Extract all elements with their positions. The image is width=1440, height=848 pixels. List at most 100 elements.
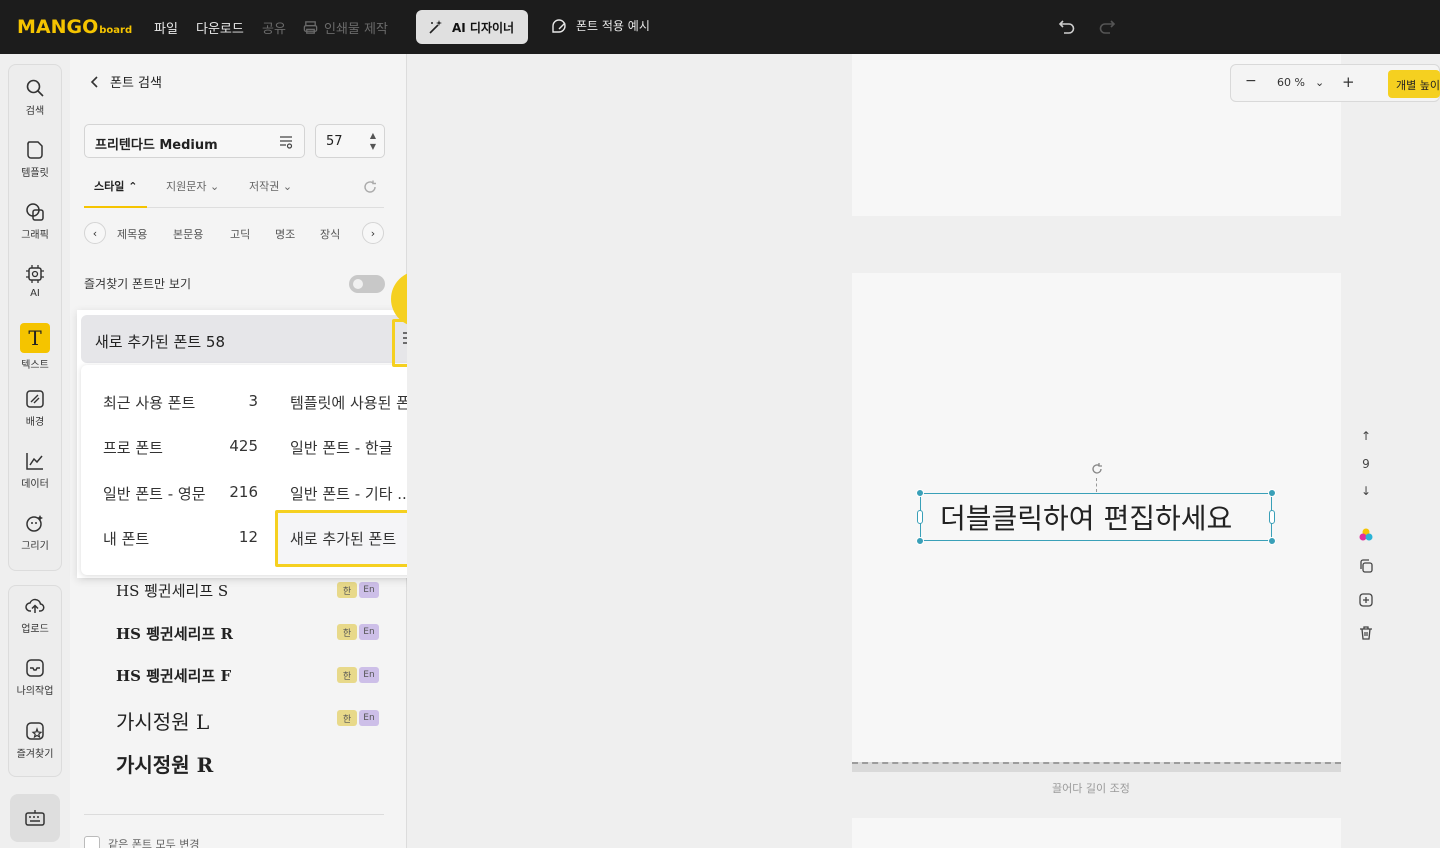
rail-ai-label: AI xyxy=(30,288,40,299)
checkbox[interactable] xyxy=(84,836,100,848)
tab-style[interactable]: 스타일 ⌃ xyxy=(84,178,148,208)
page-number: 9 xyxy=(1362,457,1370,471)
copy-icon[interactable] xyxy=(1352,558,1380,574)
color-icon[interactable] xyxy=(1352,528,1380,542)
same-font-change-label: 같은 폰트 모두 변경 xyxy=(108,838,200,848)
rail-template[interactable]: 템플릿 xyxy=(8,140,62,179)
rail-template-label: 템플릿 xyxy=(21,168,49,179)
same-font-change[interactable]: 같은 폰트 모두 변경 xyxy=(84,836,199,848)
font-list-item[interactable]: 가시정원 L xyxy=(116,706,209,735)
rail-graphic[interactable]: 그래픽 xyxy=(8,202,62,241)
divider xyxy=(84,814,384,815)
back-button[interactable]: 폰트 검색 xyxy=(90,72,162,91)
chart-icon xyxy=(26,453,43,470)
menu-share[interactable]: 공유 xyxy=(262,18,286,37)
badge-en: En xyxy=(359,710,379,726)
tab-copyright[interactable]: 저작권 ⌄ xyxy=(249,178,292,208)
page-resize-bar[interactable] xyxy=(852,762,1341,772)
canvas-text[interactable]: 더블클릭하여 편집하세요 xyxy=(940,497,1232,537)
chevron-left-icon[interactable]: ‹ xyxy=(84,222,106,244)
resize-handle[interactable] xyxy=(916,489,924,497)
favorites-toggle[interactable] xyxy=(349,275,385,293)
category-chips: ‹ 제목용 본문용 고딕 명조 장식 › xyxy=(84,222,386,246)
tab-supported-chars[interactable]: 지원문자 ⌄ xyxy=(166,178,219,208)
undo-icon[interactable] xyxy=(1058,17,1076,35)
font-preview-label: 폰트 적용 예시 xyxy=(576,19,650,33)
font-list-item[interactable]: HS 펭귄세리프 R xyxy=(116,623,233,644)
page-next[interactable] xyxy=(852,818,1341,848)
category-gothic[interactable]: 고딕 xyxy=(230,226,250,242)
stepper-arrows-icon[interactable]: ▲ ▼ xyxy=(370,130,376,152)
rail-data[interactable]: 데이터 xyxy=(8,451,62,490)
zoom-value[interactable]: 60 % xyxy=(1277,76,1305,89)
refresh-icon[interactable] xyxy=(363,180,377,194)
logo[interactable]: MANGOboard xyxy=(17,16,132,38)
font-list-item[interactable]: 가시정원 R xyxy=(116,749,213,778)
category-decor[interactable]: 장식 xyxy=(320,226,340,242)
font-list-item[interactable]: HS 펭귄세리프 F xyxy=(116,665,231,686)
menu-print[interactable]: 인쇄물 제작 xyxy=(303,18,388,37)
option-pro[interactable]: 프로 폰트 xyxy=(103,437,163,458)
rail-search[interactable]: 검색 xyxy=(8,78,62,117)
side-handle[interactable] xyxy=(1269,510,1275,524)
option-general-other[interactable]: 일반 폰트 - 기타 ... xyxy=(290,483,412,504)
individual-height-button[interactable]: 개별 높이 xyxy=(1388,70,1440,98)
font-list-icon[interactable] xyxy=(278,134,294,150)
rail-search-label: 검색 xyxy=(25,106,45,117)
option-my-fonts[interactable]: 내 폰트 xyxy=(103,528,149,549)
option-recent[interactable]: 최근 사용 폰트 xyxy=(103,392,195,413)
resize-handle[interactable] xyxy=(916,537,924,545)
font-size-stepper[interactable]: 57 ▲ ▼ xyxy=(315,124,385,158)
ai-designer-button[interactable]: AI 디자이너 xyxy=(416,10,528,44)
printer-icon xyxy=(303,21,318,34)
preview-icon xyxy=(552,18,566,33)
template-icon xyxy=(27,141,43,159)
support-badges: 한 En xyxy=(337,624,379,640)
zoom-out-icon[interactable]: − xyxy=(1245,73,1257,89)
keyboard-button[interactable] xyxy=(10,794,60,842)
option-count: 3 xyxy=(248,392,258,410)
option-new-fonts[interactable]: 새로 추가된 폰트 xyxy=(290,528,396,549)
arrow-down-icon[interactable]: ↓ xyxy=(1352,484,1380,498)
ai-chip-icon xyxy=(26,265,44,283)
rail-background[interactable]: 배경 xyxy=(8,389,62,428)
drag-hint: 끌어다 길이 조정 xyxy=(1052,782,1130,795)
panel-title: 폰트 검색 xyxy=(110,76,162,91)
rail-favorites[interactable]: 즐겨찾기 xyxy=(8,721,62,760)
category-myeongjo[interactable]: 명조 xyxy=(275,226,295,242)
rotate-icon[interactable] xyxy=(1090,462,1104,476)
chevron-down-icon[interactable]: ⌄ xyxy=(1315,76,1324,89)
resize-handle[interactable] xyxy=(1268,489,1276,497)
rail-text[interactable]: T 텍스트 xyxy=(8,323,62,371)
option-general-english[interactable]: 일반 폰트 - 영문 xyxy=(103,483,206,504)
category-title[interactable]: 제목용 xyxy=(117,226,147,242)
rail-upload[interactable]: 업로드 xyxy=(8,596,62,635)
chevron-right-icon[interactable]: › xyxy=(362,222,384,244)
rail-ai[interactable]: AI xyxy=(8,264,62,299)
chevron-left-icon xyxy=(90,75,98,88)
menu-file[interactable]: 파일 xyxy=(154,18,178,37)
menu-print-label: 인쇄물 제작 xyxy=(324,22,388,37)
font-preview-button[interactable]: 폰트 적용 예시 xyxy=(550,17,650,34)
resize-handle[interactable] xyxy=(1268,537,1276,545)
font-name-field[interactable]: 프리텐다드 Medium xyxy=(84,124,305,158)
text-icon: T xyxy=(20,323,50,353)
category-body[interactable]: 본문용 xyxy=(173,226,203,242)
arrow-up-icon[interactable]: ↑ xyxy=(1352,429,1380,443)
rail-my-work[interactable]: 나의작업 xyxy=(8,658,62,697)
trash-icon[interactable] xyxy=(1352,625,1380,641)
rail-favorites-label: 즐겨찾기 xyxy=(16,749,54,760)
option-template-fonts[interactable]: 템플릿에 사용된 폰... xyxy=(290,392,424,413)
option-count: 12 xyxy=(238,528,258,546)
rail-draw[interactable]: 그리기 xyxy=(8,513,62,552)
redo-icon[interactable] xyxy=(1098,17,1116,35)
option-general-korean[interactable]: 일반 폰트 - 한글 xyxy=(290,437,393,458)
badge-en: En xyxy=(359,582,379,598)
rotate-line xyxy=(1096,478,1097,492)
font-list-item[interactable]: HS 펭귄세리프 S xyxy=(116,580,228,601)
menu-download[interactable]: 다운로드 xyxy=(196,18,244,37)
add-page-icon[interactable] xyxy=(1352,592,1380,608)
zoom-in-icon[interactable]: + xyxy=(1342,73,1355,91)
side-handle[interactable] xyxy=(917,510,923,524)
upload-cloud-icon xyxy=(25,598,45,613)
